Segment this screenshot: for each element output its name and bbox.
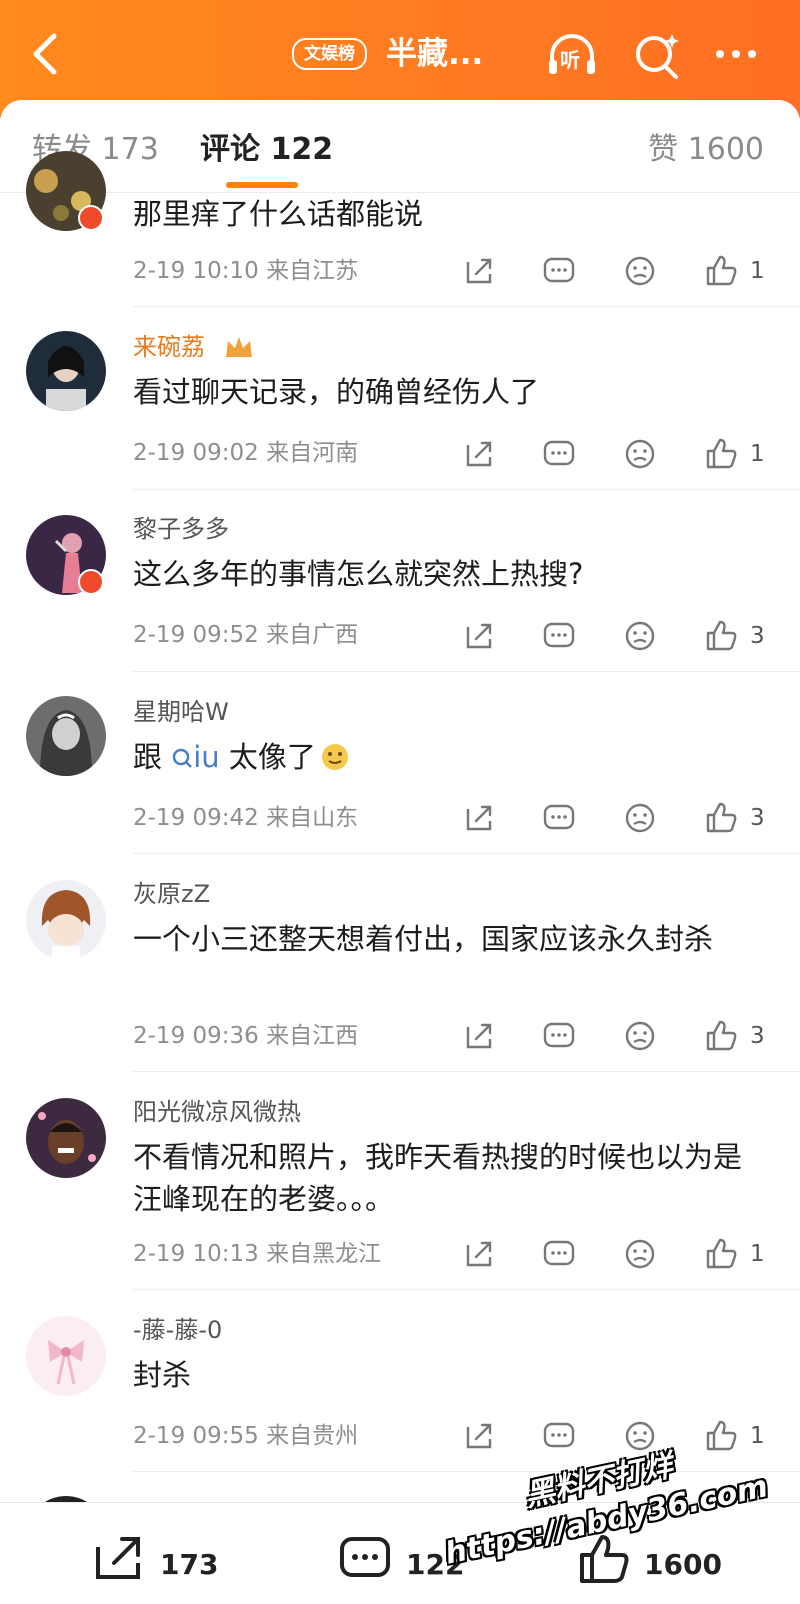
- comment-text: 看过聊天记录，的确曾经伤人了: [133, 375, 540, 409]
- search-icon[interactable]: [632, 30, 684, 82]
- comment-text-suffix: 太像了: [219, 740, 316, 774]
- share-icon[interactable]: [462, 801, 496, 835]
- smile-emoji-icon: [321, 744, 348, 770]
- comment-text: 那里痒了什么话都能说: [133, 197, 424, 231]
- tab-comments[interactable]: 评论 122: [200, 130, 333, 170]
- like-icon[interactable]: [704, 619, 738, 653]
- comment-text: 一个小三还整天想着付出，国家应该永久封杀: [133, 922, 714, 956]
- username[interactable]: 星期哈W: [133, 696, 229, 728]
- divider: [133, 1071, 800, 1072]
- comment-like-count[interactable]: 1: [750, 1238, 765, 1270]
- verified-badge-icon: [78, 569, 104, 595]
- reply-icon[interactable]: [542, 1419, 576, 1453]
- like-icon[interactable]: [704, 801, 738, 835]
- comment-item: 黎子多多 这么多年的事情怎么就突然上热搜? 2-19 09:52 来自广西: [0, 513, 800, 673]
- like-icon[interactable]: [704, 1019, 738, 1053]
- active-tab-indicator: [226, 182, 298, 188]
- tab-bar: 转发 173 评论 122 赞 1600: [0, 100, 800, 193]
- tab-likes[interactable]: 赞 1600: [648, 130, 764, 170]
- comment-like-count[interactable]: 1: [750, 255, 765, 287]
- like-icon[interactable]: [704, 437, 738, 471]
- comment-like-count[interactable]: 3: [750, 620, 765, 652]
- dislike-icon[interactable]: [623, 801, 657, 835]
- divider: [133, 489, 800, 490]
- dislike-icon[interactable]: [623, 1237, 657, 1271]
- comment-text-prefix: 跟: [133, 740, 172, 774]
- comment-like-count[interactable]: 3: [750, 1020, 765, 1052]
- search-link-icon: [172, 748, 193, 768]
- comment-text: 封杀: [133, 1358, 192, 1392]
- dislike-icon[interactable]: [623, 1019, 657, 1053]
- verified-badge-icon: [78, 205, 104, 231]
- reply-icon[interactable]: [542, 254, 576, 288]
- avatar[interactable]: [26, 1098, 106, 1178]
- divider: [133, 671, 800, 672]
- share-icon[interactable]: [462, 1419, 496, 1453]
- avatar[interactable]: [26, 696, 106, 776]
- crown-icon: [226, 337, 252, 357]
- comment-like-count[interactable]: 3: [750, 802, 765, 834]
- divider: [133, 1289, 800, 1290]
- listen-label: 听: [560, 48, 580, 72]
- reply-icon[interactable]: [542, 437, 576, 471]
- comment-meta: 2-19 09:42 来自山东: [133, 805, 359, 831]
- comment-item: 星期哈W 跟 iu 太像了 2-19 09:42 来自山东: [0, 696, 800, 856]
- reply-icon[interactable]: [542, 1237, 576, 1271]
- username[interactable]: 灰原zZ: [133, 878, 210, 910]
- avatar[interactable]: [26, 331, 106, 411]
- comment-item: 那里痒了什么话都能说 2-19 10:10 来自江苏: [0, 151, 800, 306]
- post-title: 半藏...: [386, 36, 484, 72]
- comment-text: 这么多年的事情怎么就突然上热搜?: [133, 557, 584, 591]
- reply-icon[interactable]: [542, 801, 576, 835]
- dislike-icon[interactable]: [623, 254, 657, 288]
- username[interactable]: 来碗荔: [133, 331, 205, 363]
- avatar[interactable]: [26, 1316, 106, 1396]
- comment-item: 来碗荔 看过聊天记录，的确曾经伤人了 2-19 09:02 来自河南: [0, 331, 800, 491]
- username[interactable]: 黎子多多: [133, 513, 229, 545]
- dislike-icon[interactable]: [623, 619, 657, 653]
- dislike-icon[interactable]: [623, 437, 657, 471]
- comment-item: 阳光微凉风微热 不看情况和照片，我昨天看热搜的时候也以为是汪峰现在的老婆。。。 …: [0, 1096, 800, 1292]
- comment-meta: 2-19 10:13 来自黑龙江: [133, 1241, 382, 1267]
- comment-meta: 2-19 09:36 来自江西: [133, 1023, 359, 1049]
- divider: [133, 853, 800, 854]
- comment-item: 灰原zZ 一个小三还整天想着付出，国家应该永久封杀 2-19 09:36 来自江…: [0, 878, 800, 1074]
- entertainment-ranking-badge[interactable]: 文娱榜: [292, 38, 367, 70]
- like-icon[interactable]: [704, 1237, 738, 1271]
- comment-meta: 2-19 10:10 来自江苏: [133, 258, 359, 284]
- comment-text: 不看情况和照片，我昨天看热搜的时候也以为是汪峰现在的老婆。。。: [133, 1140, 743, 1216]
- share-icon[interactable]: [462, 254, 496, 288]
- topic-link[interactable]: iu: [193, 740, 219, 774]
- comment-meta: 2-19 09:02 来自河南: [133, 440, 359, 466]
- share-icon[interactable]: [462, 619, 496, 653]
- username[interactable]: -藤-藤-0: [133, 1314, 222, 1346]
- comment-meta: 2-19 09:52 来自广西: [133, 622, 359, 648]
- comment-icon[interactable]: [338, 1533, 394, 1583]
- avatar[interactable]: [26, 880, 106, 960]
- repost-icon[interactable]: [92, 1533, 148, 1583]
- repost-count[interactable]: 173: [160, 1547, 218, 1583]
- reply-icon[interactable]: [542, 619, 576, 653]
- share-icon[interactable]: [462, 1237, 496, 1271]
- back-arrow-icon[interactable]: [26, 28, 66, 80]
- divider: [133, 306, 800, 307]
- more-options-icon[interactable]: [712, 30, 764, 82]
- comment-meta: 2-19 09:55 来自贵州: [133, 1423, 359, 1449]
- reply-icon[interactable]: [542, 1019, 576, 1053]
- share-icon[interactable]: [462, 437, 496, 471]
- share-icon[interactable]: [462, 1019, 496, 1053]
- comment-like-count[interactable]: 1: [750, 438, 765, 470]
- comment-text: 跟 iu 太像了: [133, 736, 763, 778]
- username[interactable]: 阳光微凉风微热: [133, 1096, 301, 1128]
- like-icon[interactable]: [704, 254, 738, 288]
